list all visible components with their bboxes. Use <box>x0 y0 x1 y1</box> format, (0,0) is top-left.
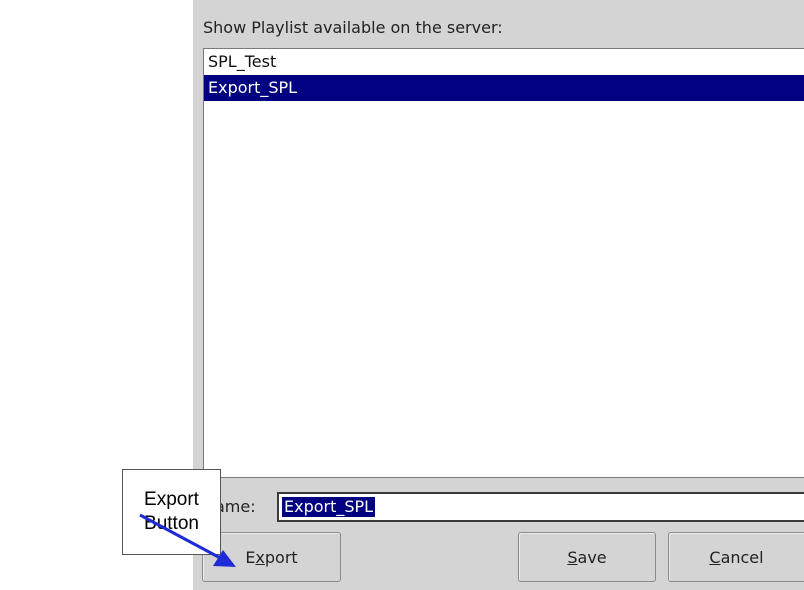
callout-arrow <box>139 513 236 567</box>
callout-arrow-head <box>213 550 236 567</box>
callout-arrow-line <box>139 513 225 562</box>
